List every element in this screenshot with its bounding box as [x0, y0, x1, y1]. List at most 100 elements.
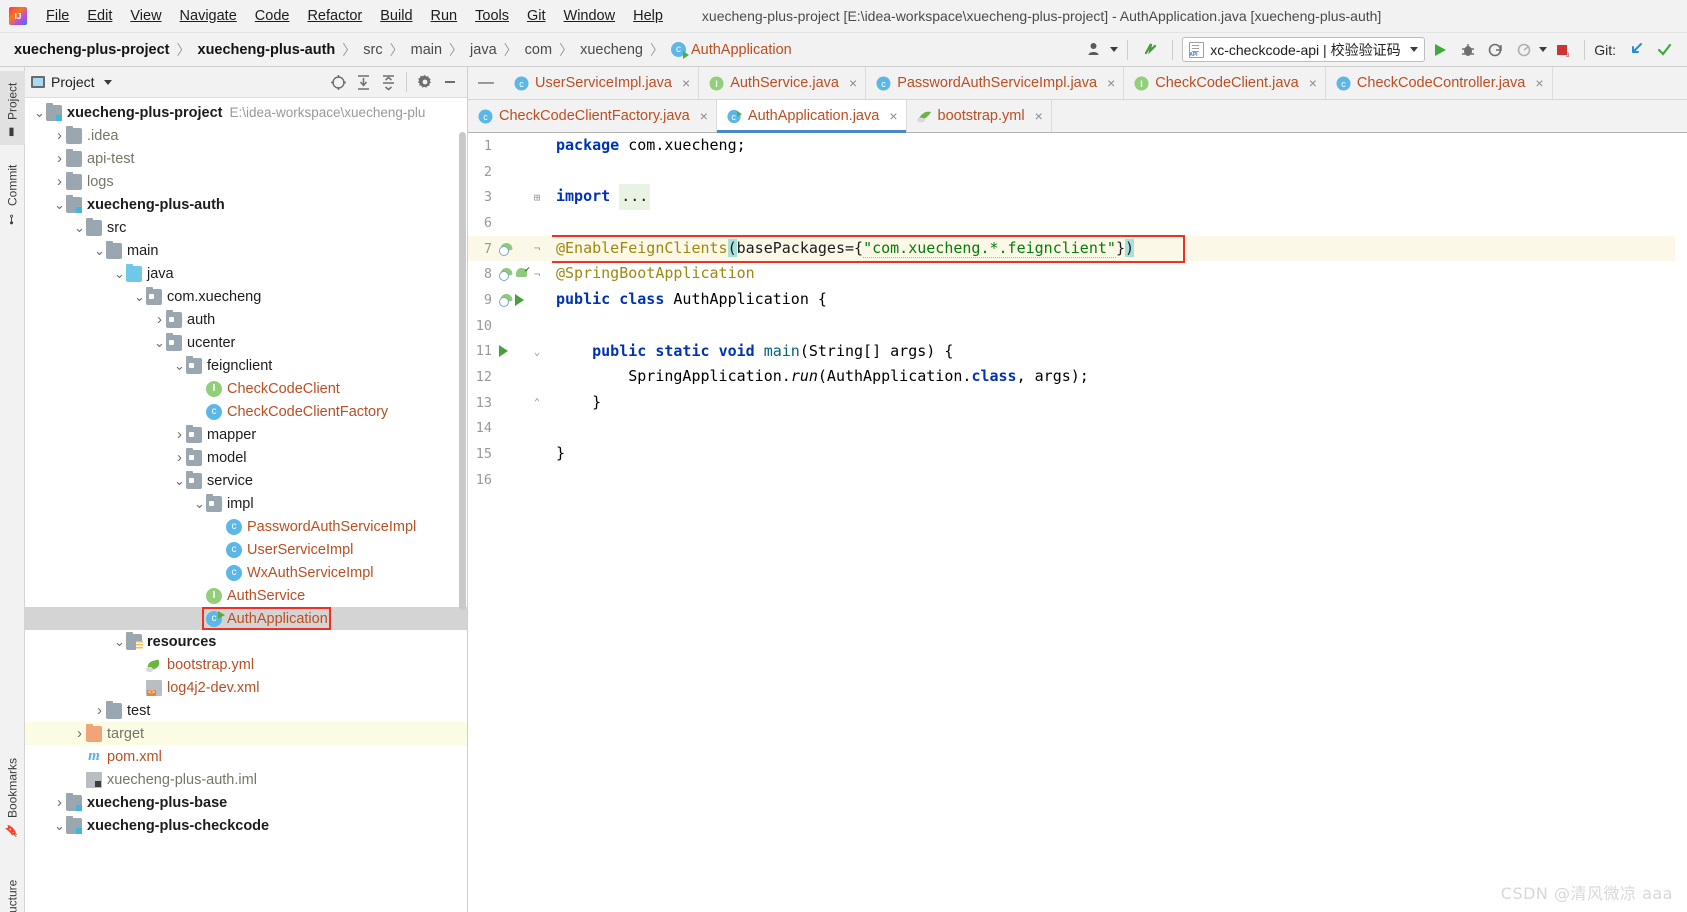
project-scrollbar[interactable] [458, 98, 467, 912]
tree-node-main[interactable]: ⌄ main [25, 239, 467, 262]
tree-node-xuecheng-plus-auth-iml[interactable]: xuecheng-plus-auth.iml [25, 768, 467, 791]
tree-node-feignclient[interactable]: ⌄ feignclient [25, 354, 467, 377]
fold-collapse-icon[interactable]: ⌐ [530, 236, 544, 262]
close-icon[interactable]: × [849, 75, 857, 91]
editor-gutter[interactable]: 123⊞67⌐8⌐91011⌄1213⌃141516 [468, 133, 552, 912]
user-settings-icon[interactable] [1082, 37, 1108, 63]
editor-tab-checkcodeclient-java[interactable]: I CheckCodeClient.java × [1124, 67, 1326, 99]
chevron-down-icon[interactable] [103, 79, 112, 85]
chevron-down-icon[interactable]: ⌄ [53, 819, 66, 832]
gear-icon[interactable] [414, 71, 436, 93]
menu-item-run[interactable]: Run [422, 5, 467, 27]
spring-bean-gutter-icon[interactable] [499, 242, 513, 256]
chevron-right-icon[interactable]: › [53, 127, 66, 144]
sidebar-item-bookmarks[interactable]: 🔖 Bookmarks [0, 747, 25, 843]
breadcrumb-item-src[interactable]: src [363, 42, 382, 58]
breadcrumb-item-project[interactable]: xuecheng-plus-project [14, 42, 170, 58]
chevron-down-icon[interactable]: ⌄ [113, 635, 126, 648]
tree-node-auth[interactable]: › auth [25, 308, 467, 331]
chevron-right-icon[interactable]: › [53, 173, 66, 190]
breadcrumb-item-class[interactable]: AuthApplication [691, 42, 792, 58]
tree-node-xuecheng-plus-checkcode[interactable]: ⌄ xuecheng-plus-checkcode [25, 814, 467, 837]
collapse-all-icon[interactable] [377, 71, 399, 93]
code-line[interactable]: @SpringBootApplication [552, 261, 1687, 287]
sidebar-item-structure[interactable]: ucture [0, 857, 25, 912]
chevron-down-icon[interactable] [1410, 47, 1419, 52]
code-line[interactable]: public static void main(String[] args) { [552, 339, 1687, 365]
chevron-right-icon[interactable]: › [153, 311, 166, 328]
menu-item-edit[interactable]: Edit [78, 5, 121, 27]
close-icon[interactable]: × [1535, 75, 1543, 91]
editor-tab-authservice-java[interactable]: I AuthService.java × [699, 67, 867, 99]
menu-item-git[interactable]: Git [518, 5, 555, 27]
menu-item-file[interactable]: File [37, 5, 78, 27]
tree-node-ucenter[interactable]: ⌄ ucenter [25, 331, 467, 354]
editor-tab-userserviceimpl-java[interactable]: c UserServiceImpl.java × [504, 67, 700, 99]
breadcrumb-item-java[interactable]: java [470, 42, 497, 58]
commit-icon[interactable] [1651, 37, 1677, 63]
fold-expand-icon[interactable]: ⊞ [530, 184, 544, 210]
run-icon[interactable] [1427, 37, 1453, 63]
menu-item-tools[interactable]: Tools [466, 5, 518, 27]
chevron-down-icon[interactable]: ⌄ [133, 290, 146, 303]
tree-node-src[interactable]: ⌄ src [25, 216, 467, 239]
tree-node-log4j2-dev-xml[interactable]: log4j2-dev.xml [25, 676, 467, 699]
chevron-down-icon[interactable]: ⌄ [33, 106, 46, 119]
menu-item-window[interactable]: Window [555, 5, 625, 27]
tree-node-test[interactable]: › test [25, 699, 467, 722]
debug-icon[interactable] [1455, 37, 1481, 63]
tree-node-mapper[interactable]: › mapper [25, 423, 467, 446]
chevron-right-icon[interactable]: › [53, 794, 66, 811]
chevron-down-icon[interactable]: ⌄ [93, 244, 106, 257]
tree-node-passwordauthserviceimpl[interactable]: PasswordAuthServiceImpl [25, 515, 467, 538]
code-line[interactable]: public class AuthApplication { [552, 287, 1687, 313]
chevron-down-icon[interactable]: ⌄ [193, 497, 206, 510]
close-icon[interactable]: × [1309, 75, 1317, 91]
spring-bean-gutter-icon[interactable] [499, 293, 513, 307]
chevron-down-icon[interactable]: ⌄ [113, 267, 126, 280]
hide-panel-icon[interactable] [439, 71, 461, 93]
tree-node-xuecheng-plus-base[interactable]: › xuecheng-plus-base [25, 791, 467, 814]
tree-node-checkcodeclientfactory[interactable]: CheckCodeClientFactory [25, 400, 467, 423]
menu-item-navigate[interactable]: Navigate [171, 5, 246, 27]
tree-node-impl[interactable]: ⌄ impl [25, 492, 467, 515]
hide-tabs-button[interactable]: — [468, 67, 504, 99]
run-with-coverage-icon[interactable] [1483, 37, 1509, 63]
fold-region-icon[interactable]: ⌃ [530, 390, 544, 416]
tree-node-authapplication[interactable]: AuthApplication [25, 607, 467, 630]
code-line[interactable] [552, 467, 1687, 493]
close-icon[interactable]: × [889, 108, 897, 124]
chevron-down-icon[interactable]: ⌄ [173, 474, 186, 487]
project-tree[interactable]: ⌄ xuecheng-plus-project E:\idea-workspace\… [25, 98, 467, 912]
code-folded-imports[interactable]: ... [619, 184, 651, 211]
breadcrumb-item-main[interactable]: main [411, 42, 442, 58]
tree-node-logs[interactable]: › logs [25, 170, 467, 193]
sidebar-item-project[interactable]: ▮ Project [0, 71, 25, 145]
code-line[interactable]: @EnableFeignClients(basePackages={"com.x… [552, 235, 1687, 262]
chevron-right-icon[interactable]: › [93, 702, 106, 719]
code-line[interactable]: package com.xuecheng; [552, 133, 1687, 159]
tree-node-target[interactable]: › target [25, 722, 467, 745]
tree-node-xuecheng-plus-auth[interactable]: ⌄ xuecheng-plus-auth [25, 193, 467, 216]
scrollbar-thumb[interactable] [459, 132, 466, 610]
code-line[interactable] [552, 210, 1687, 236]
editor-tab-checkcodeclientfactory-java[interactable]: c CheckCodeClientFactory.java × [468, 100, 717, 132]
tree-node-java[interactable]: ⌄ java [25, 262, 467, 285]
sidebar-item-commit[interactable]: ⊷ Commit [0, 153, 25, 231]
update-project-icon[interactable] [1623, 37, 1649, 63]
tree-node-authservice[interactable]: AuthService [25, 584, 467, 607]
breadcrumb-item-module[interactable]: xuecheng-plus-auth [198, 42, 336, 58]
breadcrumb-item-com[interactable]: com [525, 42, 552, 58]
chevron-down-icon[interactable] [1110, 47, 1119, 52]
chevron-down-icon[interactable]: ⌄ [153, 336, 166, 349]
search-everywhere-icon[interactable] [1137, 37, 1163, 63]
close-icon[interactable]: × [1107, 75, 1115, 91]
code-area[interactable]: 123⊞67⌐8⌐91011⌄1213⌃141516 package com.x… [468, 133, 1687, 912]
close-icon[interactable]: × [682, 75, 690, 91]
chevron-right-icon[interactable]: › [173, 449, 186, 466]
fold-region-icon[interactable]: ⌄ [530, 339, 544, 365]
locate-icon[interactable] [327, 71, 349, 93]
code-line[interactable]: } [552, 441, 1687, 467]
tree-node-pom-xml[interactable]: pom.xml [25, 745, 467, 768]
chevron-down-icon[interactable]: ⌄ [173, 359, 186, 372]
